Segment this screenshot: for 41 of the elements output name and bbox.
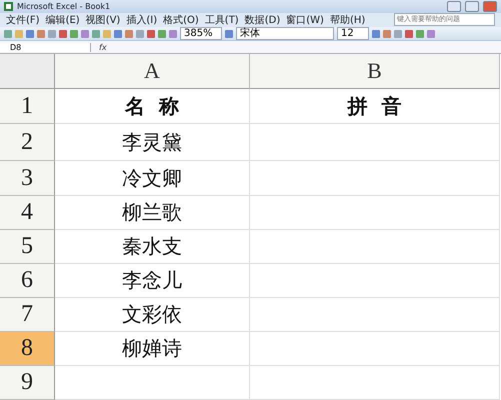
table-cell: 秦水支 xyxy=(55,230,250,264)
row-header[interactable]: 4 xyxy=(0,196,55,230)
name-box[interactable]: D8 xyxy=(0,42,91,52)
table-cell: 拼 音 xyxy=(250,89,500,124)
row-header[interactable]: 8 xyxy=(0,332,55,366)
table-cell: 李念儿 xyxy=(55,264,250,298)
window-title: Microsoft Excel - Book1 xyxy=(17,2,112,11)
menu-item[interactable]: 文件(F) xyxy=(6,12,40,27)
row-header[interactable]: 9 xyxy=(0,366,55,400)
row-header[interactable]: 2 xyxy=(0,124,55,161)
row-header[interactable]: 5 xyxy=(0,230,55,264)
toolbar-icon[interactable] xyxy=(225,30,233,38)
zoom-field[interactable]: 385% xyxy=(180,27,222,40)
table-cell: 柳兰歌 xyxy=(55,196,250,230)
table-cell: 文彩依 xyxy=(55,298,250,332)
table-cell: 李灵黛 xyxy=(55,124,250,161)
maximize-button[interactable] xyxy=(465,0,479,12)
excel-logo-icon xyxy=(4,2,13,11)
menu-item[interactable]: 格式(O) xyxy=(163,12,199,27)
close-button[interactable] xyxy=(483,0,497,12)
table-cell: 柳婵诗 xyxy=(55,332,250,366)
font-field[interactable]: 宋体 xyxy=(236,27,334,40)
table-cell: 冷文卿 xyxy=(55,161,250,196)
minimize-button[interactable] xyxy=(447,0,461,12)
column-header[interactable]: B xyxy=(250,54,500,89)
row-header[interactable]: 6 xyxy=(0,264,55,298)
menu-item[interactable]: 工具(T) xyxy=(204,12,239,27)
row-header[interactable]: 7 xyxy=(0,298,55,332)
row-header[interactable]: 3 xyxy=(0,161,55,196)
select-all-corner[interactable] xyxy=(0,54,55,89)
menu-item[interactable]: 视图(V) xyxy=(86,12,120,27)
menu-item[interactable]: 窗口(W) xyxy=(286,12,324,27)
menu-item[interactable]: 帮助(H) xyxy=(330,12,366,27)
menu-item[interactable]: 编辑(E) xyxy=(46,12,80,27)
menu-item[interactable]: 数据(D) xyxy=(244,12,280,27)
row-header[interactable]: 1 xyxy=(0,89,55,124)
table-cell: 名 称 xyxy=(55,89,250,124)
font-size-field[interactable]: 12 xyxy=(337,27,369,40)
fx-label: fx xyxy=(99,42,107,52)
column-header[interactable]: A xyxy=(55,54,250,89)
menu-item[interactable]: 插入(I) xyxy=(126,12,158,27)
